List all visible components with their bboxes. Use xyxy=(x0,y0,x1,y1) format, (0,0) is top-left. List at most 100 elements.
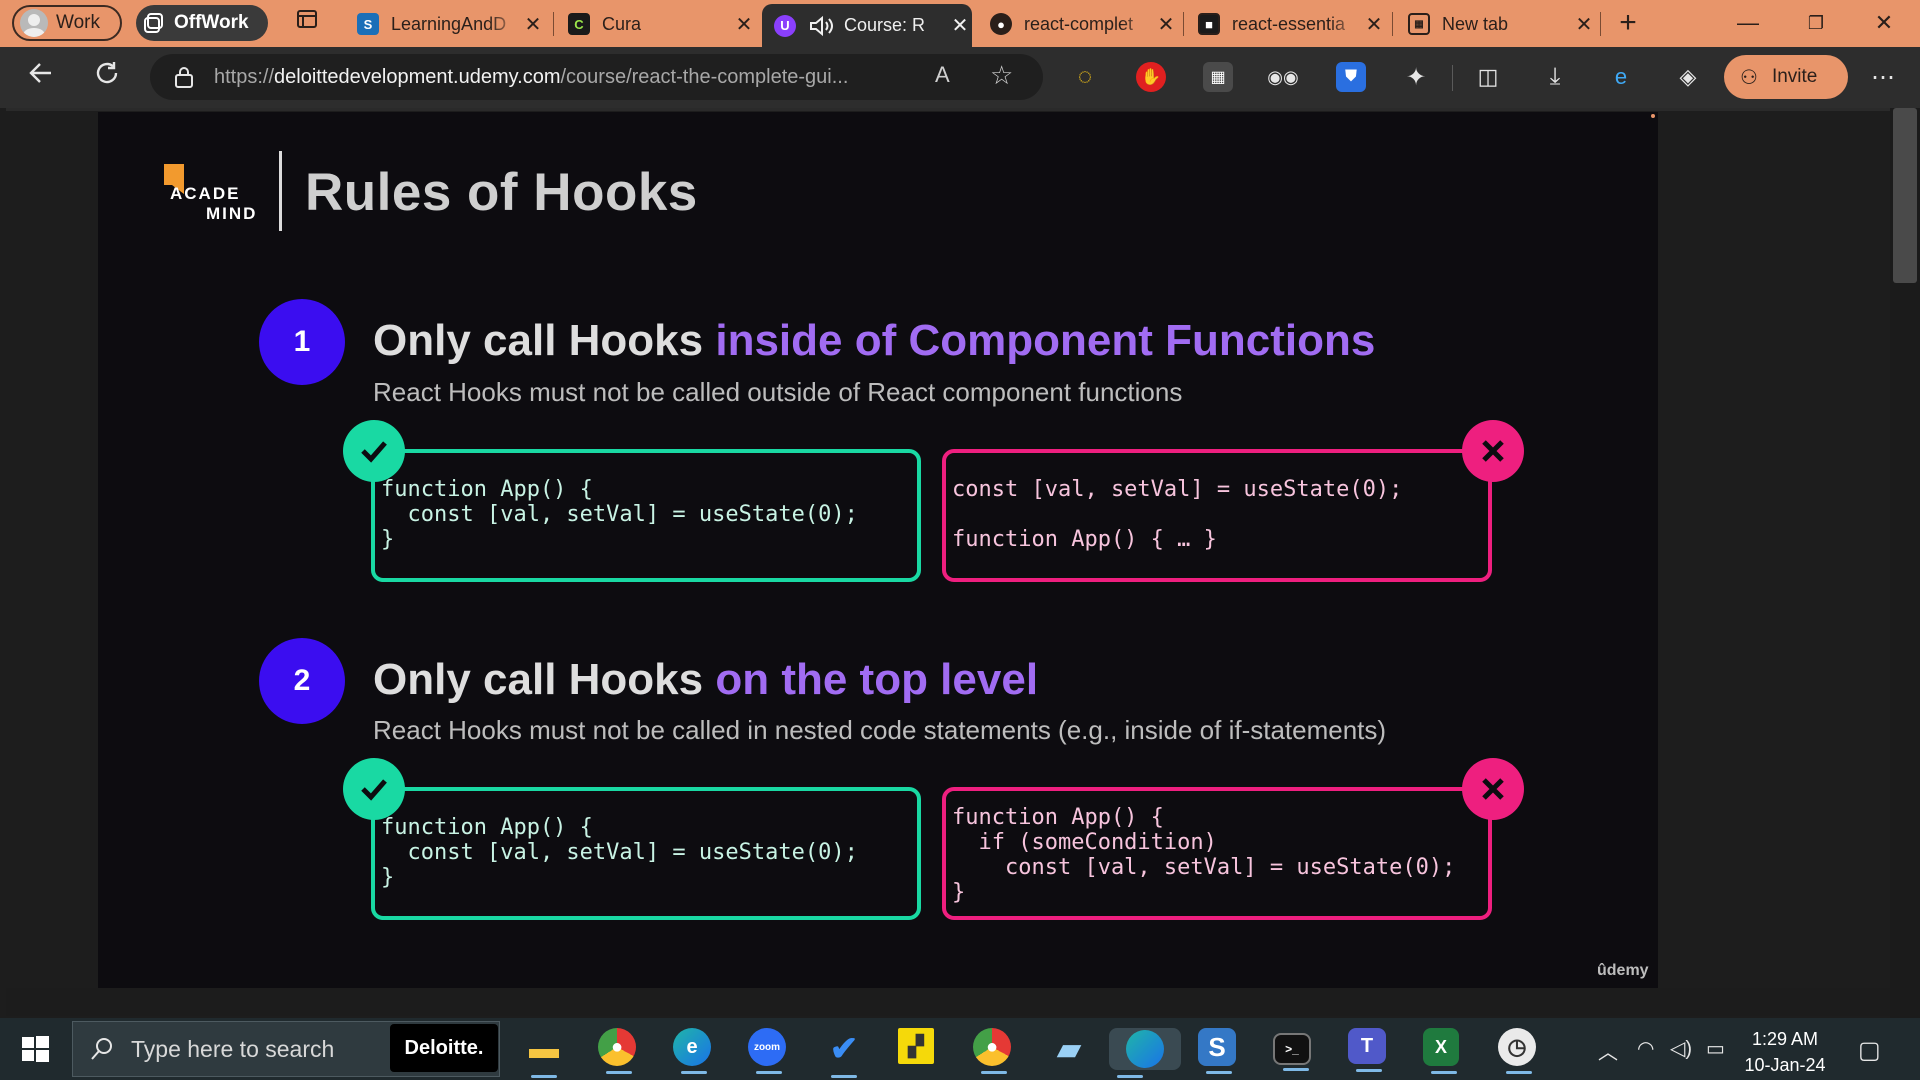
page-icon: ■ xyxy=(1198,13,1220,35)
chrome-icon[interactable]: ● xyxy=(598,1028,636,1074)
chevron-up-icon[interactable]: ︿ xyxy=(1598,1036,1618,1065)
extension-loader-icon[interactable]: ◌ xyxy=(1070,62,1100,92)
checkmark-icon xyxy=(343,420,405,482)
rule-subtitle: React Hooks must not be called in nested… xyxy=(373,715,1387,745)
address-bar[interactable]: https://deloittedevelopment.udemy.com/co… xyxy=(150,54,1043,100)
excel-icon[interactable]: X xyxy=(1423,1028,1459,1074)
group-icon: ⚇ xyxy=(1740,66,1758,89)
tab-title: New tab xyxy=(1442,13,1509,34)
clock-icon[interactable]: ◷ xyxy=(1498,1028,1536,1074)
taskbar-clock[interactable]: 1:29 AM 10-Jan-24 xyxy=(1740,1026,1830,1078)
sticky-notes-icon[interactable]: ▞ xyxy=(898,1028,934,1064)
bad-code-block: function App() { if (someCondition) cons… xyxy=(942,787,1492,920)
rule-subtitle: React Hooks must not be called outside o… xyxy=(373,377,1183,407)
clock-date: 10-Jan-24 xyxy=(1744,1055,1826,1075)
scrollbar-thumb[interactable] xyxy=(1893,108,1917,283)
rule-heading-plain: Only call Hooks xyxy=(373,655,716,704)
rule-heading-plain: Only call Hooks xyxy=(373,316,716,365)
edge-icon[interactable]: e xyxy=(673,1028,711,1074)
extensions-puzzle-icon[interactable]: ✦ xyxy=(1401,62,1431,92)
progress-dot xyxy=(1651,114,1655,118)
close-icon[interactable]: ✕ xyxy=(948,13,972,38)
volume-icon[interactable]: ◁) xyxy=(1670,1036,1692,1061)
close-icon[interactable]: ✕ xyxy=(732,12,756,37)
cross-icon xyxy=(1462,758,1524,820)
newtab-icon: ▦ xyxy=(1408,13,1430,35)
tab-new-tab[interactable]: ▦ New tab ✕ xyxy=(1396,4,1596,44)
file-explorer-icon[interactable]: ▬ xyxy=(523,1028,565,1078)
tab-separator xyxy=(1600,12,1601,36)
extension-glasses-icon[interactable]: ◉◉ xyxy=(1267,62,1298,92)
url-text: https://deloittedevelopment.udemy.com/co… xyxy=(214,65,849,88)
windows-logo-icon xyxy=(22,1036,49,1062)
cura-icon: C xyxy=(568,13,590,35)
close-icon[interactable]: ✕ xyxy=(1362,12,1386,37)
terminal-icon[interactable]: >_ xyxy=(1273,1033,1311,1071)
download-icon[interactable]: ⤓ xyxy=(1540,62,1570,92)
extension-grey-icon[interactable]: ▦ xyxy=(1203,62,1233,92)
tab-learninganddev[interactable]: S LearningAndD ✕ xyxy=(345,4,545,44)
chrome-icon[interactable]: ● xyxy=(973,1028,1011,1074)
profile-offwork-button[interactable]: OffWork xyxy=(136,5,268,41)
close-icon[interactable]: ✕ xyxy=(1154,12,1178,37)
workspace-icon xyxy=(144,13,163,33)
read-aloud-icon[interactable]: A xyxy=(935,62,950,88)
notifications-icon[interactable]: ▢ xyxy=(1858,1036,1881,1065)
back-button[interactable] xyxy=(22,59,60,97)
extension-shield-icon[interactable]: ⛊ xyxy=(1336,62,1366,92)
more-menu-button[interactable]: ⋯ xyxy=(1864,59,1902,97)
ie-mode-icon[interactable]: e xyxy=(1606,62,1636,92)
wifi-icon[interactable]: ◠ xyxy=(1637,1036,1654,1061)
rule-heading-highlight: inside of Component Functions xyxy=(715,316,1376,365)
tab-react-complete[interactable]: ● react-complet ✕ xyxy=(978,4,1178,44)
new-tab-button[interactable]: + xyxy=(1606,6,1650,40)
logo-text-top: ACADE xyxy=(170,184,241,203)
tab-title: Cura xyxy=(602,13,642,34)
back-arrow-icon xyxy=(29,63,51,83)
split-screen-icon[interactable]: ◫ xyxy=(1473,62,1503,92)
rule-number-badge: 1 xyxy=(259,299,345,385)
battery-icon[interactable]: ▭ xyxy=(1706,1036,1725,1061)
tab-separator xyxy=(1392,12,1393,36)
good-code-block: function App() { const [val, setVal] = u… xyxy=(371,787,921,920)
zoom-icon[interactable]: zoom xyxy=(748,1028,786,1074)
windows-taskbar: Type here to search Deloitte. ▬ ● e zoom… xyxy=(0,1018,1920,1080)
close-icon[interactable]: ✕ xyxy=(521,12,545,37)
avatar xyxy=(20,9,48,37)
search-placeholder: Type here to search xyxy=(131,1035,335,1062)
tab-title: LearningAndD xyxy=(391,13,507,34)
tab-course[interactable]: U Course: R ✕ xyxy=(762,4,972,47)
minimize-button[interactable]: — xyxy=(1726,6,1770,40)
copilot-icon[interactable]: ◈ xyxy=(1673,62,1703,92)
rule-heading-highlight: on the top level xyxy=(715,655,1039,704)
rule-heading: Only call Hooks inside of Component Func… xyxy=(373,316,1375,366)
s-app-icon[interactable]: S xyxy=(1198,1028,1236,1074)
logo-text-bottom: MIND xyxy=(206,204,258,223)
refresh-button[interactable] xyxy=(88,59,126,97)
tab-title: Course: R xyxy=(844,15,926,35)
profile-work-button[interactable]: Work xyxy=(12,5,122,41)
favorite-star-icon[interactable]: ☆ xyxy=(990,60,1013,91)
edge-active-icon[interactable] xyxy=(1109,1028,1181,1078)
vertical-tabs-icon[interactable] xyxy=(288,5,326,43)
close-icon[interactable]: ✕ xyxy=(1572,12,1596,37)
checkmark-icon xyxy=(343,758,405,820)
teams-icon[interactable]: T xyxy=(1348,1028,1386,1072)
scrollbar[interactable] xyxy=(1890,108,1920,1018)
profile-label: OffWork xyxy=(174,12,249,33)
todo-icon[interactable]: ✔ xyxy=(823,1028,865,1078)
lock-icon[interactable] xyxy=(174,66,194,88)
extension-hand-icon[interactable]: ✋ xyxy=(1136,62,1166,92)
academind-logo: ACADE MIND xyxy=(160,164,270,224)
udemy-watermark: ûdemy xyxy=(1597,962,1649,979)
tab-cura[interactable]: C Cura ✕ xyxy=(556,4,756,44)
windows-start-button[interactable] xyxy=(20,1034,50,1064)
notepad-icon[interactable]: ▰ xyxy=(1048,1028,1090,1070)
close-window-button[interactable]: ✕ xyxy=(1862,6,1906,40)
invite-button[interactable]: ⚇ Invite xyxy=(1724,55,1848,99)
invite-label: Invite xyxy=(1771,66,1818,87)
tab-react-essentials[interactable]: ■ react-essentia ✕ xyxy=(1186,4,1386,44)
search-icon xyxy=(91,1038,112,1060)
restore-button[interactable]: ❐ xyxy=(1794,6,1838,40)
deloitte-search-badge[interactable]: Deloitte. xyxy=(390,1024,498,1072)
